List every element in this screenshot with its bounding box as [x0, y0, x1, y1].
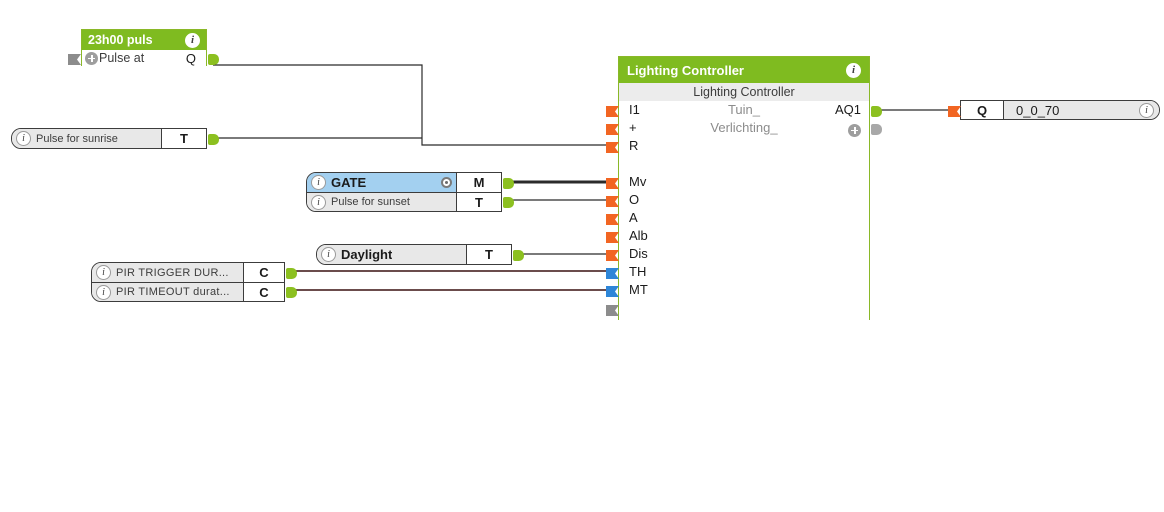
block-lighting-controller-subtitle: Lighting Controller: [619, 83, 869, 101]
orange-pin-icon: [606, 213, 619, 225]
block-pulse-for-sunset-label: Pulse for sunset: [331, 196, 410, 208]
block-pir-timeout-label: PIR TIMEOUT durat...: [116, 286, 230, 298]
input-label-mt: MT: [629, 282, 648, 297]
input-label-a: A: [629, 210, 638, 225]
info-icon[interactable]: i: [1139, 102, 1154, 118]
gray-pin-icon: [606, 304, 619, 316]
orange-pin-icon: [606, 231, 619, 243]
block-pulse-for-sunrise-label: Pulse for sunrise: [36, 132, 118, 145]
input-label-r: R: [629, 138, 639, 153]
info-icon[interactable]: i: [96, 265, 111, 280]
input-label-o: O: [629, 192, 640, 207]
block-lighting-controller-title: Lighting Controller: [627, 62, 744, 78]
info-icon[interactable]: i: [185, 32, 200, 48]
block-lighting-controller[interactable]: Lighting Controller i Lighting Controlle…: [606, 56, 882, 320]
block-gate-row[interactable]: i GATE M: [307, 173, 501, 192]
info-icon[interactable]: i: [311, 194, 326, 210]
output-label-aq1: AQ1: [834, 102, 861, 117]
radio-button-icon[interactable]: [441, 177, 452, 188]
block-pir-timeout-row[interactable]: i PIR TIMEOUT durat... C: [92, 282, 284, 301]
block-23h00-puls-row[interactable]: Pulse at Q: [82, 50, 206, 66]
green-pin-icon: [286, 267, 297, 279]
instance-name-line-2: Verlichting_: [710, 120, 778, 135]
info-icon[interactable]: i: [321, 247, 336, 262]
block-lighting-controller-body: Tuin_ Verlichting_ I1 + R Mv O A Alb Dis…: [619, 101, 869, 320]
block-lighting-controller-input-labels: I1 + R Mv O A Alb Dis TH MT: [629, 101, 648, 319]
instance-name-line-1: Tuin_: [727, 102, 761, 117]
info-icon[interactable]: i: [846, 62, 861, 78]
block-gate-label: GATE: [331, 175, 367, 190]
add-input-row[interactable]: [629, 299, 648, 319]
green-pin-icon: [208, 53, 219, 65]
green-pin-icon: [208, 133, 219, 145]
output-terminal-label: Q: [961, 101, 1004, 119]
gray-pin-icon: [68, 53, 81, 65]
block-23h00-puls-terminal: Q: [185, 50, 196, 66]
block-23h00-puls-title: 23h00 puls: [88, 33, 153, 47]
green-pin-icon: [513, 249, 524, 261]
gray-pin-icon: [871, 123, 882, 135]
block-daylight-row[interactable]: i Daylight T: [317, 245, 511, 264]
block-pulse-for-sunrise-row[interactable]: i Pulse for sunrise T: [12, 129, 206, 148]
block-daylight-terminal: T: [467, 245, 511, 264]
orange-pin-icon: [948, 105, 961, 117]
orange-pin-icon: [606, 195, 619, 207]
block-23h00-puls-row-label: Pulse at: [99, 51, 145, 65]
info-icon[interactable]: i: [16, 131, 31, 146]
orange-pin-icon: [606, 141, 619, 153]
block-pir-trigger-terminal: C: [244, 263, 284, 282]
block-pir-group[interactable]: i PIR TRIGGER DUR... C i PIR TIMEOUT dur…: [91, 262, 297, 302]
orange-pin-icon: [606, 123, 619, 135]
block-pulse-for-sunrise-name[interactable]: i Pulse for sunrise: [12, 129, 162, 148]
block-daylight-name[interactable]: i Daylight: [317, 245, 467, 264]
orange-pin-icon: [606, 177, 619, 189]
info-icon[interactable]: i: [311, 175, 326, 190]
block-gate-group[interactable]: i GATE M i Pulse for sunset T: [306, 172, 514, 212]
wire-pulse23-to-r: [213, 64, 612, 146]
block-lighting-controller-output-labels: AQ1: [835, 101, 861, 139]
input-label-alb: Alb: [629, 228, 648, 243]
block-lighting-controller-instance-name: Tuin_ Verlichting_: [619, 101, 869, 137]
block-pulse-for-sunset-row[interactable]: i Pulse for sunset T: [307, 192, 501, 211]
plus-circle-icon[interactable]: [848, 123, 861, 137]
block-daylight[interactable]: i Daylight T: [316, 244, 524, 265]
block-23h00-puls[interactable]: 23h00 puls i Pulse at Q: [68, 29, 219, 66]
input-label-spacer: [629, 155, 648, 173]
orange-pin-icon: [606, 105, 619, 117]
block-pulse-for-sunset-terminal: T: [457, 193, 501, 211]
info-icon[interactable]: i: [96, 284, 111, 300]
block-gate-name[interactable]: i GATE: [307, 173, 457, 192]
add-output-row[interactable]: [835, 119, 861, 139]
block-gate-terminal: M: [457, 173, 501, 192]
block-pulse-for-sunrise-terminal: T: [162, 129, 206, 148]
block-pir-trigger-name[interactable]: i PIR TRIGGER DUR...: [92, 263, 244, 282]
block-daylight-label: Daylight: [341, 247, 393, 262]
output-terminal-value: 0_0_70: [1016, 102, 1060, 118]
diagram-canvas[interactable]: 23h00 puls i Pulse at Q i Pulse for sunr…: [0, 0, 1164, 512]
orange-pin-icon: [606, 249, 619, 261]
green-pin-icon: [871, 105, 882, 117]
block-pir-timeout-terminal: C: [244, 283, 284, 301]
plus-circle-icon[interactable]: [85, 51, 98, 65]
block-pir-trigger-row[interactable]: i PIR TRIGGER DUR... C: [92, 263, 284, 282]
block-pir-trigger-label: PIR TRIGGER DUR...: [116, 266, 229, 279]
block-pir-timeout-name[interactable]: i PIR TIMEOUT durat...: [92, 283, 244, 301]
block-23h00-puls-header[interactable]: 23h00 puls i: [82, 30, 206, 50]
blue-pin-icon: [606, 285, 619, 297]
input-label-mv: Mv: [629, 174, 647, 189]
green-pin-icon: [503, 177, 514, 189]
output-terminal-value-cell[interactable]: 0_0_70 i: [1004, 101, 1159, 119]
block-lighting-controller-header[interactable]: Lighting Controller i: [619, 57, 869, 83]
green-pin-icon: [286, 286, 297, 298]
input-label-i1: I1: [629, 102, 640, 117]
block-pulse-for-sunset-name[interactable]: i Pulse for sunset: [307, 193, 457, 211]
input-label-dis: Dis: [629, 246, 648, 261]
input-label-th: TH: [629, 264, 647, 279]
green-pin-icon: [503, 196, 514, 208]
wire-layer: [213, 64, 956, 291]
block-output-terminal[interactable]: Q 0_0_70 i: [948, 100, 1160, 120]
blue-pin-icon: [606, 267, 619, 279]
input-label-plus: +: [629, 120, 637, 135]
block-pulse-for-sunrise[interactable]: i Pulse for sunrise T: [11, 128, 219, 149]
